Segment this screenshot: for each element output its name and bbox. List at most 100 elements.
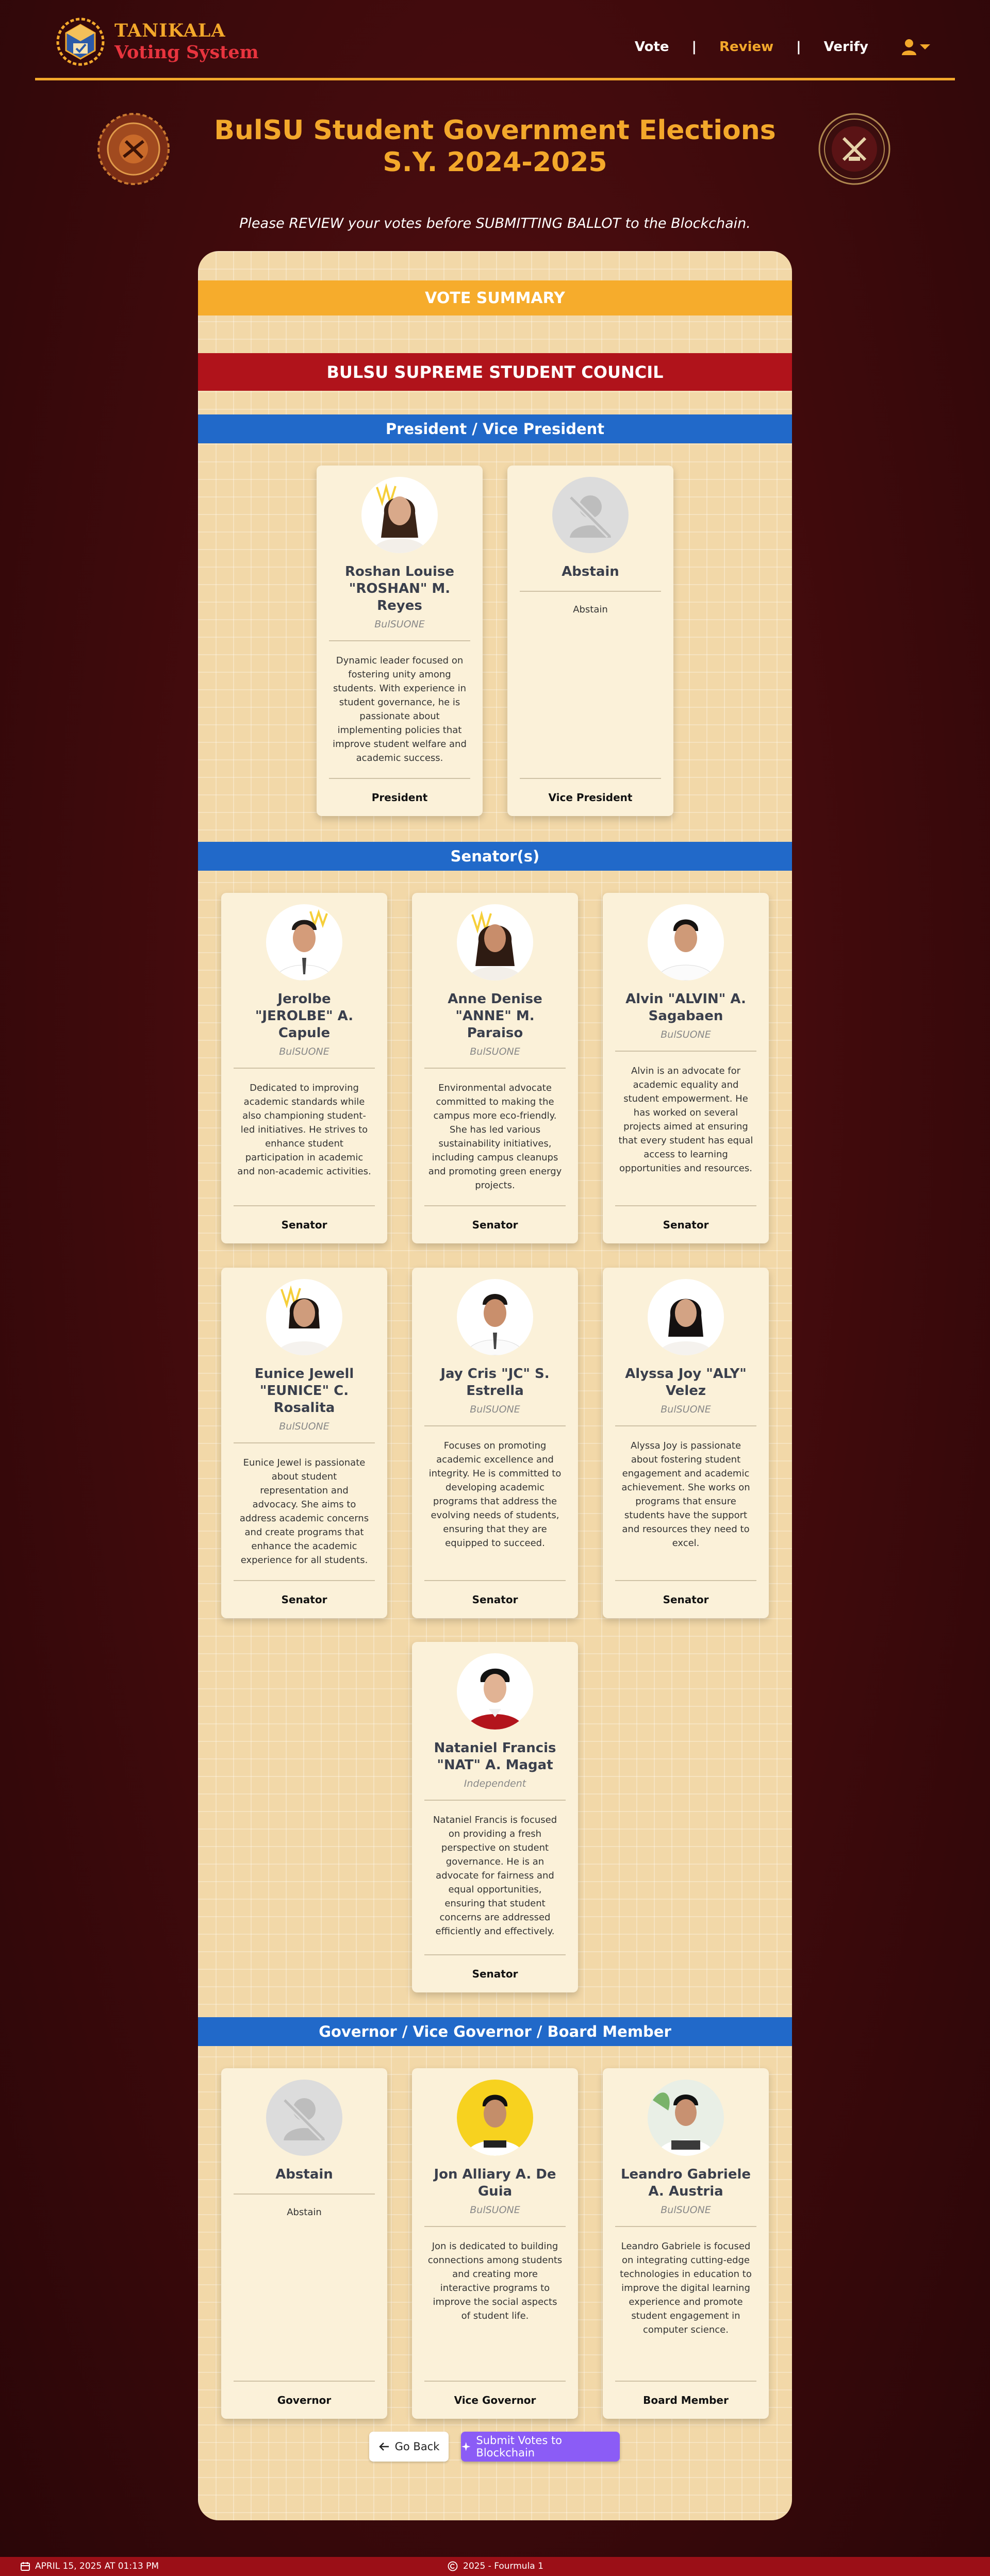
review-instructions: Please REVIEW your votes before SUBMITTI… (239, 215, 751, 231)
candidate-position: Senator (615, 1580, 756, 1606)
abstain-icon (552, 477, 629, 553)
candidate-party: BulSUONE (279, 1046, 329, 1057)
candidate-position: Senator (234, 1580, 375, 1606)
vote-summary-heading: VOTE SUMMARY (198, 280, 792, 315)
nav-review[interactable]: Review (717, 39, 776, 55)
candidate-name: Eunice Jewell "EUNICE" C. Rosalita (254, 1366, 354, 1416)
nav-separator: | (691, 39, 697, 55)
candidate-name: Jon Alliary A. De Guia (434, 2167, 556, 2199)
seal-left (97, 113, 170, 185)
divider (615, 1051, 756, 1052)
footer-datetime-text: APRIL 15, 2025 AT 01:13 PM (35, 2561, 159, 2571)
abstain-card: Abstain Abstain Governor (221, 2068, 387, 2419)
candidate-name: Leandro Gabriele A. Austria (620, 2167, 751, 2199)
copyright-icon (448, 2561, 458, 2571)
go-back-button[interactable]: Go Back (369, 2432, 449, 2462)
candidate-description: Eunice Jewel is passionate about student… (239, 1457, 369, 1566)
candidate-name: Alvin "ALVIN" A. Sagabaen (625, 991, 746, 1024)
candidate-card: Jerolbe "JEROLBE" A. Capule BulSUONE Ded… (221, 893, 387, 1243)
divider (424, 1800, 566, 1801)
nav-vote[interactable]: Vote (633, 39, 671, 55)
candidate-party: BulSUONE (470, 2204, 520, 2216)
candidate-name: Alyssa Joy "ALY" Velez (625, 1366, 747, 1399)
arrow-left-icon (378, 2442, 389, 2451)
candidate-description: Focuses on promoting academic excellence… (428, 1440, 562, 1549)
candidate-description: Leandro Gabriele is focused on integrati… (620, 2241, 752, 2335)
candidate-card: Nataniel Francis "NAT" A. Magat Independ… (412, 1642, 578, 1992)
divider (234, 1068, 375, 1069)
page-title: BulSU Student Government Elections S.Y. … (214, 115, 776, 178)
nav-verify[interactable]: Verify (822, 39, 870, 55)
candidate-card: Eunice Jewell "EUNICE" C. Rosalita BulSU… (221, 1268, 387, 1618)
candidate-position: Senator (424, 1580, 566, 1606)
candidate-position: Senator (234, 1205, 375, 1231)
candidate-name: Jerolbe "JEROLBE" A. Capule (255, 991, 354, 1041)
candidate-party: BulSUONE (470, 1046, 520, 1057)
divider (329, 640, 470, 641)
candidate-party: BulSUONE (661, 2204, 711, 2216)
candidate-party: BulSUONE (279, 1421, 329, 1432)
candidate-description: Environmental advocate committed to maki… (428, 1083, 562, 1191)
section-heading-president: President / Vice President (198, 414, 792, 443)
candidate-description: Jon is dedicated to building connections… (427, 2241, 563, 2321)
nav-separator: | (796, 39, 801, 55)
section-heading-governor: Governor / Vice Governor / Board Member (198, 2017, 792, 2046)
footer-datetime: APRIL 15, 2025 AT 01:13 PM (21, 2561, 159, 2571)
divider (234, 2193, 375, 2195)
candidate-name: Abstain (562, 564, 619, 579)
abstain-card: Abstain Abstain Vice President (507, 466, 673, 816)
brand-title: TANIKALA (114, 20, 226, 41)
candidate-photo (457, 904, 533, 980)
council-heading: BULSU SUPREME STUDENT COUNCIL (198, 353, 792, 391)
submit-votes-button[interactable]: Submit Votes to Blockchain (461, 2432, 620, 2462)
candidate-position: Board Member (615, 2381, 756, 2406)
candidate-party: Independent (464, 1778, 526, 1789)
candidate-name: Anne Denise "ANNE" M. Paraiso (448, 991, 542, 1041)
user-icon (902, 39, 916, 55)
brand[interactable]: TANIKALA Voting System (54, 18, 259, 66)
divider (615, 1425, 756, 1426)
divider (424, 1068, 566, 1069)
top-navbar: TANIKALA Voting System Vote | Review | V… (35, 0, 955, 80)
candidate-description: Dedicated to improving academic standard… (237, 1083, 371, 1177)
user-menu[interactable] (901, 39, 930, 55)
main-nav: Vote | Review | Verify (633, 39, 930, 55)
candidate-card: Alyssa Joy "ALY" Velez BulSUONE Alyssa J… (603, 1268, 769, 1618)
candidate-name: Abstain (275, 2167, 333, 2182)
footer: APRIL 15, 2025 AT 01:13 PM 2025 - Fourmu… (0, 2557, 990, 2576)
divider (234, 1442, 375, 1443)
candidate-position: Senator (424, 1205, 566, 1231)
candidate-name: Roshan Louise "ROSHAN" M. Reyes (345, 564, 454, 613)
chain-logo (56, 18, 105, 66)
candidate-position: Governor (234, 2381, 375, 2406)
seal-right (818, 113, 890, 185)
submit-votes-label: Submit Votes to Blockchain (476, 2434, 563, 2459)
candidate-name: Nataniel Francis "NAT" A. Magat (434, 1740, 556, 1773)
candidate-card: Roshan Louise "ROSHAN" M. Reyes BulSUONE… (317, 466, 483, 816)
candidate-photo (457, 1279, 533, 1355)
go-back-label: Go Back (394, 2440, 440, 2453)
candidate-photo (457, 2080, 533, 2156)
brand-subtitle: Voting System (114, 42, 259, 63)
candidate-description: Abstain (573, 604, 608, 615)
divider (615, 2226, 756, 2227)
candidate-photo (361, 477, 438, 553)
candidate-photo (648, 1279, 724, 1355)
candidate-party: BulSUONE (374, 619, 425, 630)
candidate-position: Vice Governor (424, 2381, 566, 2406)
footer-copyright-text: 2025 - Fourmula 1 (463, 2561, 543, 2571)
candidate-party: BulSUONE (470, 1404, 520, 1415)
candidate-photo (457, 1653, 533, 1730)
vote-summary-panel: VOTE SUMMARY BULSU SUPREME STUDENT COUNC… (198, 251, 792, 2520)
candidate-party: BulSUONE (661, 1404, 711, 1415)
candidate-position: President (329, 778, 470, 804)
candidate-name: Jay Cris "JC" S. Estrella (440, 1366, 550, 1399)
divider (520, 591, 661, 592)
caret-down-icon (920, 44, 930, 49)
candidate-description: Dynamic leader focused on fostering unit… (333, 655, 467, 763)
candidate-card: Jon Alliary A. De Guia BulSUONE Jon is d… (412, 2068, 578, 2419)
candidate-description: Nataniel Francis is focused on providing… (433, 1815, 557, 1937)
candidate-card: Leandro Gabriele A. Austria BulSUONE Lea… (603, 2068, 769, 2419)
candidate-position: Vice President (520, 778, 661, 804)
abstain-icon (266, 2080, 342, 2156)
